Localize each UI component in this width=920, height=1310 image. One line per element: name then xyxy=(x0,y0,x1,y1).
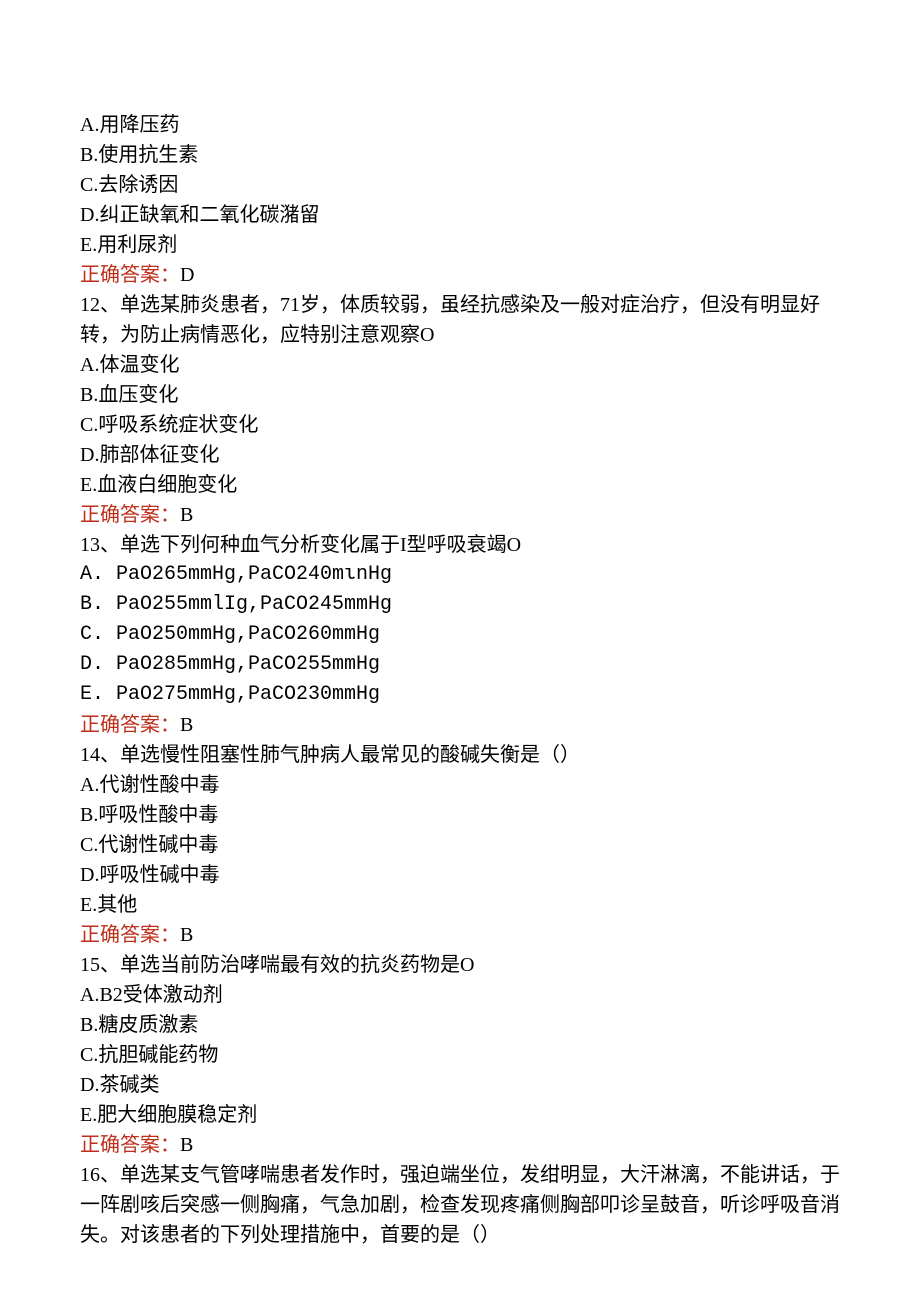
q14-answer: 正确答案：B xyxy=(80,920,840,950)
q11-option-d: D.纠正缺氧和二氧化碳潴留 xyxy=(80,200,840,230)
q15-option-c: C.抗胆碱能药物 xyxy=(80,1040,840,1070)
q15-option-e: E.肥大细胞膜稳定剂 xyxy=(80,1100,840,1130)
q13-option-b: B. PaO255mmlIg,PaCO245mmHg xyxy=(80,590,840,620)
q14-option-b: B.呼吸性酸中毒 xyxy=(80,800,840,830)
q15-answer-value: B xyxy=(180,1134,193,1156)
q11-option-c: C.去除诱因 xyxy=(80,170,840,200)
q13-option-c: C. PaO250mmHg,PaCO260mmHg xyxy=(80,620,840,650)
q12-option-d: D.肺部体征变化 xyxy=(80,440,840,470)
q12-stem: 12、单选某肺炎患者，71岁，体质较弱，虽经抗感染及一般对症治疗，但没有明显好转… xyxy=(80,290,840,350)
q12-option-a: A.体温变化 xyxy=(80,350,840,380)
q15-stem: 15、单选当前防治哮喘最有效的抗炎药物是O xyxy=(80,950,840,980)
q12-option-e: E.血液白细胞变化 xyxy=(80,470,840,500)
q16-stem: 16、单选某支气管哮喘患者发作时，强迫端坐位，发绀明显，大汗淋漓，不能讲话，于一… xyxy=(80,1160,840,1250)
q15-option-d: D.茶碱类 xyxy=(80,1070,840,1100)
q11-answer: 正确答案：D xyxy=(80,260,840,290)
q11-answer-value: D xyxy=(180,264,194,286)
q13-option-e: E. PaO275mmHg,PaCO230mmHg xyxy=(80,680,840,710)
q15-answer-label: 正确答案： xyxy=(80,1134,180,1156)
q12-option-b: B.血压变化 xyxy=(80,380,840,410)
q14-option-a: A.代谢性酸中毒 xyxy=(80,770,840,800)
document-page: A.用降压药 B.使用抗生素 C.去除诱因 D.纠正缺氧和二氧化碳潴留 E.用利… xyxy=(0,0,920,1310)
q12-option-c: C.呼吸系统症状变化 xyxy=(80,410,840,440)
q15-option-b: B.糖皮质激素 xyxy=(80,1010,840,1040)
q12-answer: 正确答案：B xyxy=(80,500,840,530)
q12-answer-value: B xyxy=(180,504,193,526)
q13-option-d: D. PaO285mmHg,PaCO255mmHg xyxy=(80,650,840,680)
q15-option-a: A.B2受体激动剂 xyxy=(80,980,840,1010)
q14-answer-label: 正确答案： xyxy=(80,924,180,946)
q15-answer: 正确答案：B xyxy=(80,1130,840,1160)
q13-answer-label: 正确答案： xyxy=(80,714,180,736)
q14-answer-value: B xyxy=(180,924,193,946)
q11-option-a: A.用降压药 xyxy=(80,110,840,140)
q11-answer-label: 正确答案： xyxy=(80,264,180,286)
q13-option-a: A. PaO265mmHg,PaCO240mιnHg xyxy=(80,560,840,590)
q12-answer-label: 正确答案： xyxy=(80,504,180,526)
q14-option-c: C.代谢性碱中毒 xyxy=(80,830,840,860)
q13-stem: 13、单选下列何种血气分析变化属于I型呼吸衰竭O xyxy=(80,530,840,560)
q14-option-d: D.呼吸性碱中毒 xyxy=(80,860,840,890)
q11-option-b: B.使用抗生素 xyxy=(80,140,840,170)
q14-option-e: E.其他 xyxy=(80,890,840,920)
q14-stem: 14、单选慢性阻塞性肺气肿病人最常见的酸碱失衡是（） xyxy=(80,740,840,770)
q11-option-e: E.用利尿剂 xyxy=(80,230,840,260)
q13-answer-value: B xyxy=(180,714,193,736)
q13-answer: 正确答案：B xyxy=(80,710,840,740)
